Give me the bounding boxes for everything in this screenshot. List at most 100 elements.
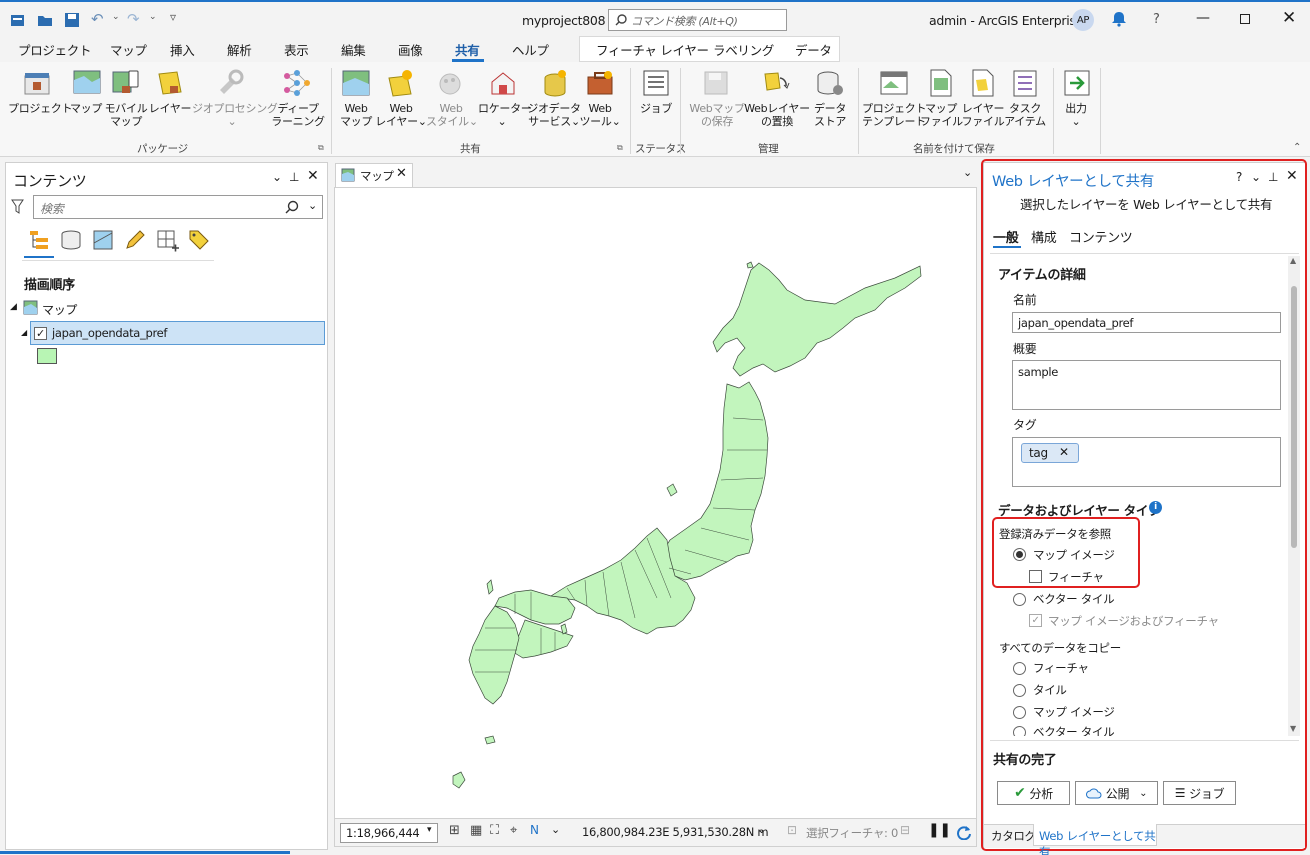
scale-combobox[interactable]: 1:18,966,444 ▾ <box>340 823 438 843</box>
tab-catalog[interactable]: カタログ <box>991 828 1036 844</box>
map-canvas[interactable] <box>334 187 977 819</box>
tab-map[interactable]: マップ <box>110 40 147 59</box>
web-map-button[interactable]: Web マップ <box>336 102 376 128</box>
tab-analysis[interactable]: 解析 <box>227 40 252 59</box>
notification-bell-icon[interactable] <box>1111 11 1127 27</box>
scroll-up-icon[interactable]: ▲ <box>1290 256 1296 265</box>
scroll-down-icon[interactable]: ▼ <box>1290 724 1296 733</box>
tab-imagery[interactable]: 画像 <box>398 40 423 59</box>
tag-chip[interactable]: tag ✕ <box>1021 443 1079 463</box>
layer-symbol-swatch[interactable] <box>37 348 57 364</box>
save-icon[interactable] <box>64 12 80 28</box>
name-input[interactable]: japan_opendata_pref <box>1012 312 1281 333</box>
share-launcher-icon[interactable]: ⧉ <box>617 143 623 153</box>
copy-vector-tile-label[interactable]: ベクター タイル <box>1033 724 1115 736</box>
help-icon[interactable]: ? <box>1153 12 1160 27</box>
task-item-button[interactable]: タスク アイテム <box>1003 102 1047 128</box>
data-store-button[interactable]: データ ストア <box>808 102 852 128</box>
maximize-icon[interactable] <box>1240 14 1250 24</box>
tab-feature-layer[interactable]: フィーチャ レイヤー <box>596 40 709 59</box>
layer-file-button[interactable]: レイヤー ファイル <box>961 102 1005 128</box>
radio-map-image[interactable] <box>1013 548 1026 561</box>
new-project-icon[interactable] <box>10 12 26 28</box>
jobs-button[interactable]: ジョブ <box>636 102 676 115</box>
jobs-button[interactable]: ☰ ジョブ <box>1163 781 1236 805</box>
tab-project[interactable]: プロジェクト <box>18 40 92 59</box>
refresh-icon[interactable] <box>956 824 972 840</box>
tab-insert[interactable]: 挿入 <box>170 40 195 59</box>
web-tool-button[interactable]: Web ツール⌄ <box>578 102 622 128</box>
project-package-button[interactable]: プロジェクト <box>8 102 73 115</box>
vector-tile-label[interactable]: ベクター タイル <box>1033 591 1115 607</box>
pane-options-icon[interactable]: ⌄ <box>272 170 282 184</box>
scrollbar-thumb[interactable] <box>1291 286 1297 548</box>
constraints-icon[interactable]: ⛶ <box>490 823 499 838</box>
package-launcher-icon[interactable]: ⧉ <box>318 143 324 153</box>
publish-button[interactable]: 公開 ⌄ <box>1075 781 1158 805</box>
tab-content[interactable]: コンテンツ <box>1069 227 1133 246</box>
tab-share-web-layer[interactable]: Web レイヤーとして共有 <box>1033 824 1157 855</box>
list-by-drawing-order-icon[interactable] <box>28 228 52 252</box>
tab-data[interactable]: データ <box>795 40 832 59</box>
map-file-button[interactable]: マップ ファイル <box>920 102 963 128</box>
radio-copy-map-image[interactable] <box>1013 706 1026 719</box>
expand-map-icon[interactable]: ◢ <box>10 302 17 312</box>
copy-map-image-label[interactable]: マップ イメージ <box>1033 704 1115 720</box>
tab-share[interactable]: 共有 <box>455 40 480 59</box>
copy-tile-label[interactable]: タイル <box>1033 682 1067 698</box>
close-tab-icon[interactable]: ✕ <box>396 166 407 181</box>
undo-icon[interactable]: ↶ <box>91 10 104 28</box>
grid-icon[interactable]: ▦ <box>470 823 482 838</box>
tags-input[interactable]: tag ✕ <box>1012 437 1281 487</box>
analyze-button[interactable]: ✔ 分析 <box>997 781 1070 805</box>
close-pane-icon[interactable]: ✕ <box>307 168 319 184</box>
customize-qat-icon[interactable]: ▿ <box>170 10 176 24</box>
tab-list-dropdown-icon[interactable]: ⌄ <box>963 166 972 179</box>
redo-icon[interactable]: ↷ <box>127 10 140 28</box>
layer-visibility-checkbox[interactable]: ✓ <box>34 327 47 340</box>
list-by-labeling-icon[interactable] <box>188 229 210 251</box>
pane-help-icon[interactable]: ? <box>1236 170 1242 184</box>
north-arrow-icon[interactable]: N <box>530 823 539 837</box>
redo-dropdown-icon[interactable]: ⌄ <box>149 12 157 22</box>
layer-package-button[interactable]: レイヤー <box>148 102 192 115</box>
pause-drawing-icon[interactable]: ❚❚ <box>928 822 951 838</box>
web-layer-button[interactable]: Web レイヤー⌄ <box>374 102 428 128</box>
list-by-source-icon[interactable] <box>60 229 82 251</box>
radio-copy-feature[interactable] <box>1013 662 1026 675</box>
map-image-label[interactable]: マップ イメージ <box>1033 547 1115 563</box>
map-package-button[interactable]: マップ <box>68 102 104 115</box>
search-dropdown-icon[interactable]: ⌄ <box>308 199 317 212</box>
avatar[interactable]: AP <box>1072 9 1094 31</box>
layer-name[interactable]: japan_opendata_pref <box>52 326 167 340</box>
summary-textarea[interactable]: sample <box>1012 360 1281 410</box>
tab-help[interactable]: ヘルプ <box>512 40 549 59</box>
list-by-selection-icon[interactable] <box>92 229 114 251</box>
filter-icon[interactable] <box>11 199 24 215</box>
map-view-tab[interactable]: マップ ✕ <box>335 163 413 187</box>
remove-tag-icon[interactable]: ✕ <box>1059 445 1069 459</box>
list-by-editing-icon[interactable] <box>124 229 146 251</box>
open-folder-icon[interactable] <box>37 12 53 28</box>
copy-feature-label[interactable]: フィーチャ <box>1033 660 1089 676</box>
checkbox-feature[interactable] <box>1029 570 1042 583</box>
tab-general[interactable]: 一般 <box>993 227 1019 246</box>
close-pane-icon[interactable]: ✕ <box>1286 168 1298 184</box>
mobile-map-package-button[interactable]: モバイル マップ <box>104 102 148 128</box>
expand-layer-icon[interactable]: ◢ <box>21 328 27 337</box>
tab-labeling[interactable]: ラベリング <box>713 40 774 59</box>
user-label[interactable]: admin - ArcGIS Enterprise <box>929 13 1083 28</box>
tab-configuration[interactable]: 構成 <box>1031 227 1057 246</box>
coords-dropdown-icon[interactable]: ⌄ <box>757 823 766 836</box>
radio-copy-tile[interactable] <box>1013 684 1026 697</box>
geodata-service-button[interactable]: ジオデータ サービス⌄ <box>527 102 581 128</box>
undo-dropdown-icon[interactable]: ⌄ <box>112 12 120 22</box>
output-button[interactable]: 出力 ⌄ <box>1056 102 1096 128</box>
locator-button[interactable]: ロケーター ⌄ <box>478 102 532 128</box>
collapse-ribbon-icon[interactable]: ⌃ <box>1293 142 1301 153</box>
status-dropdown-icon[interactable]: ⌄ <box>551 823 560 836</box>
contents-search-input[interactable]: 検索 ⌄ <box>33 195 323 219</box>
map-node-label[interactable]: マップ <box>42 301 77 318</box>
info-icon[interactable]: i <box>1149 501 1162 514</box>
replace-web-layer-button[interactable]: Webレイヤー の置換 <box>744 102 810 128</box>
